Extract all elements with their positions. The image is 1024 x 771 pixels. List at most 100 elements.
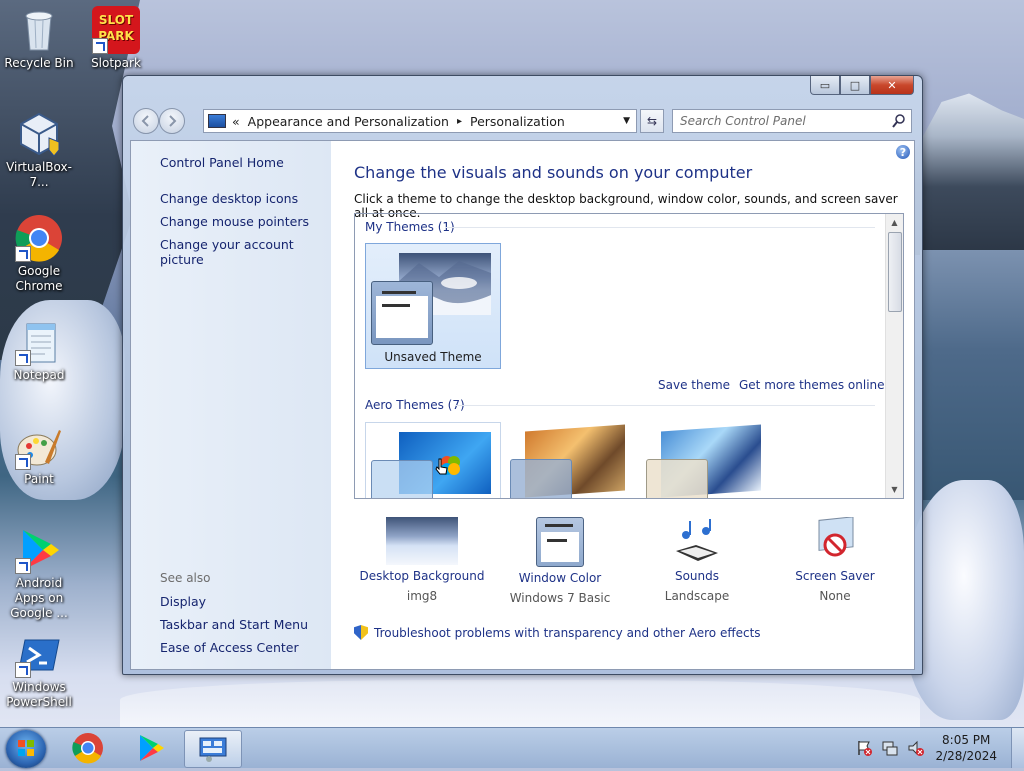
clock[interactable]: 8:05 PM 2/28/2024 (935, 732, 997, 764)
sounds-label[interactable]: Sounds (632, 569, 762, 583)
desktop-icon-chrome[interactable]: Google Chrome (1, 214, 77, 294)
window-color-setting[interactable]: Window Color Windows 7 Basic (495, 517, 625, 605)
display-link[interactable]: Display (160, 594, 206, 609)
theme-unsaved[interactable]: Unsaved Theme (365, 243, 501, 369)
desktop-icon-powershell[interactable]: Windows PowerShell (1, 630, 77, 710)
breadcrumb-personalization[interactable]: Personalization (470, 114, 565, 129)
network-icon[interactable] (881, 739, 899, 757)
show-desktop-button[interactable] (1011, 728, 1024, 768)
search-input[interactable]: Search Control Panel (680, 114, 806, 128)
desktop-icon-label: Recycle Bin (4, 56, 74, 70)
taskbar-control-panel[interactable] (184, 730, 242, 768)
desktop-icon-google-play[interactable]: Android Apps on Google ... (1, 526, 77, 621)
search-icon[interactable] (891, 113, 907, 129)
address-bar[interactable]: « Appearance and Personalization ▸ Perso… (203, 109, 637, 133)
desktop-icon-label: Notepad (13, 368, 65, 382)
desktop-background-setting[interactable]: Desktop Background img8 (357, 517, 487, 603)
theme-windows-7[interactable] (365, 422, 501, 498)
google-play-icon (15, 526, 63, 574)
address-dropdown-icon[interactable]: ▼ (623, 116, 630, 126)
navigation-bar: « Appearance and Personalization ▸ Perso… (131, 106, 914, 134)
back-button[interactable] (133, 108, 159, 134)
refresh-button[interactable]: ⇆ (640, 109, 664, 133)
volume-muted-icon[interactable] (907, 739, 925, 757)
desktop-icon-paint[interactable]: Paint (1, 422, 77, 487)
action-center-flag-icon[interactable] (855, 739, 873, 757)
save-theme-link[interactable]: Save theme (658, 378, 730, 392)
theme-window-color-thumbnail (646, 459, 708, 498)
recycle-bin-icon (15, 6, 63, 54)
my-themes-divider (445, 227, 875, 228)
shortcut-arrow-icon (15, 246, 31, 262)
desktop-icon-slotpark[interactable]: SLOT PARK Slotpark (78, 6, 154, 71)
theme-window-color-thumbnail (510, 459, 572, 498)
themes-scrollbar[interactable]: ▲ ▼ (885, 214, 903, 498)
desktop-icon-label: Slotpark (91, 56, 141, 70)
scroll-down-arrow[interactable]: ▼ (886, 481, 903, 498)
window-color-icon (536, 517, 584, 567)
shortcut-arrow-icon (92, 38, 108, 54)
sounds-value: Landscape (664, 589, 730, 603)
scroll-up-arrow[interactable]: ▲ (886, 214, 903, 231)
forward-button[interactable] (159, 108, 185, 134)
desktop-icon-label: Paint (24, 472, 54, 486)
theme-window-color-thumbnail (371, 281, 433, 345)
wallpaper-mountain-right (914, 93, 1024, 255)
shortcut-arrow-icon (15, 350, 31, 366)
theme-characters[interactable] (641, 422, 775, 498)
taskbar-start-menu-link[interactable]: Taskbar and Start Menu (160, 617, 308, 632)
screen-saver-setting[interactable]: Screen Saver None (770, 516, 900, 603)
google-play-icon (140, 735, 164, 761)
taskbar-google-play[interactable] (124, 730, 176, 766)
window-color-value: Windows 7 Basic (509, 591, 611, 605)
notepad-icon (15, 318, 63, 366)
ease-of-access-link[interactable]: Ease of Access Center (160, 640, 299, 655)
troubleshoot-label[interactable]: Troubleshoot problems with transparency … (374, 626, 761, 640)
shortcut-arrow-icon (15, 558, 31, 574)
back-arrow-icon (141, 115, 149, 127)
breadcrumb-separator[interactable]: ▸ (457, 116, 462, 127)
aero-themes-heading: Aero Themes (7) (365, 398, 465, 412)
breadcrumb-overflow-chevron[interactable]: « (232, 114, 240, 129)
left-pane: Control Panel Home Change desktop icons … (131, 141, 331, 669)
search-box[interactable]: Search Control Panel (672, 109, 912, 133)
maximize-button[interactable]: □ (840, 76, 870, 95)
main-pane: ? Change the visuals and sounds on your … (331, 141, 914, 669)
scroll-thumb[interactable] (888, 232, 902, 312)
thumbnail-body (376, 296, 428, 338)
screen-saver-label[interactable]: Screen Saver (770, 569, 900, 583)
troubleshoot-link[interactable]: Troubleshoot problems with transparency … (354, 625, 761, 640)
start-button[interactable] (6, 730, 46, 768)
theme-architecture[interactable] (505, 422, 639, 498)
help-icon[interactable]: ? (896, 145, 910, 159)
get-more-themes-link[interactable]: Get more themes online (739, 378, 885, 392)
content-area: Control Panel Home Change desktop icons … (130, 140, 915, 670)
change-desktop-icons-link[interactable]: Change desktop icons (160, 191, 298, 206)
desktop-icon-virtualbox[interactable]: VirtualBox-7... (1, 110, 77, 190)
change-mouse-pointers-link[interactable]: Change mouse pointers (160, 214, 309, 229)
change-account-picture-link[interactable]: Change your account picture (160, 237, 331, 267)
forward-arrow-icon (169, 115, 177, 127)
system-tray: 8:05 PM 2/28/2024 (855, 728, 1024, 768)
chrome-icon (72, 733, 103, 764)
taskbar: 8:05 PM 2/28/2024 (0, 727, 1024, 768)
theme-window-color-thumbnail (371, 460, 433, 498)
aero-themes-divider (455, 405, 875, 406)
desktop-icon-recycle-bin[interactable]: Recycle Bin (1, 6, 77, 71)
thumbnail-line (382, 304, 410, 307)
minimize-button[interactable]: ▭ (810, 76, 840, 95)
control-panel-home-link[interactable]: Control Panel Home (160, 155, 284, 170)
uac-shield-icon (354, 625, 368, 640)
personalization-window: ▭ □ ✕ « Appearance and Personalization ▸… (122, 75, 923, 675)
see-also-heading: See also (160, 571, 211, 585)
close-button[interactable]: ✕ (870, 76, 914, 95)
control-panel-icon (208, 114, 226, 128)
taskbar-chrome[interactable] (62, 730, 114, 766)
page-title: Change the visuals and sounds on your co… (354, 163, 753, 182)
window-color-label[interactable]: Window Color (495, 571, 625, 585)
desktop-icon-notepad[interactable]: Notepad (1, 318, 77, 383)
desktop-background-label[interactable]: Desktop Background (357, 569, 487, 583)
breadcrumb-appearance[interactable]: Appearance and Personalization (248, 114, 449, 129)
caption-buttons: ▭ □ ✕ (810, 76, 914, 95)
sounds-setting[interactable]: Sounds Landscape (632, 517, 762, 603)
